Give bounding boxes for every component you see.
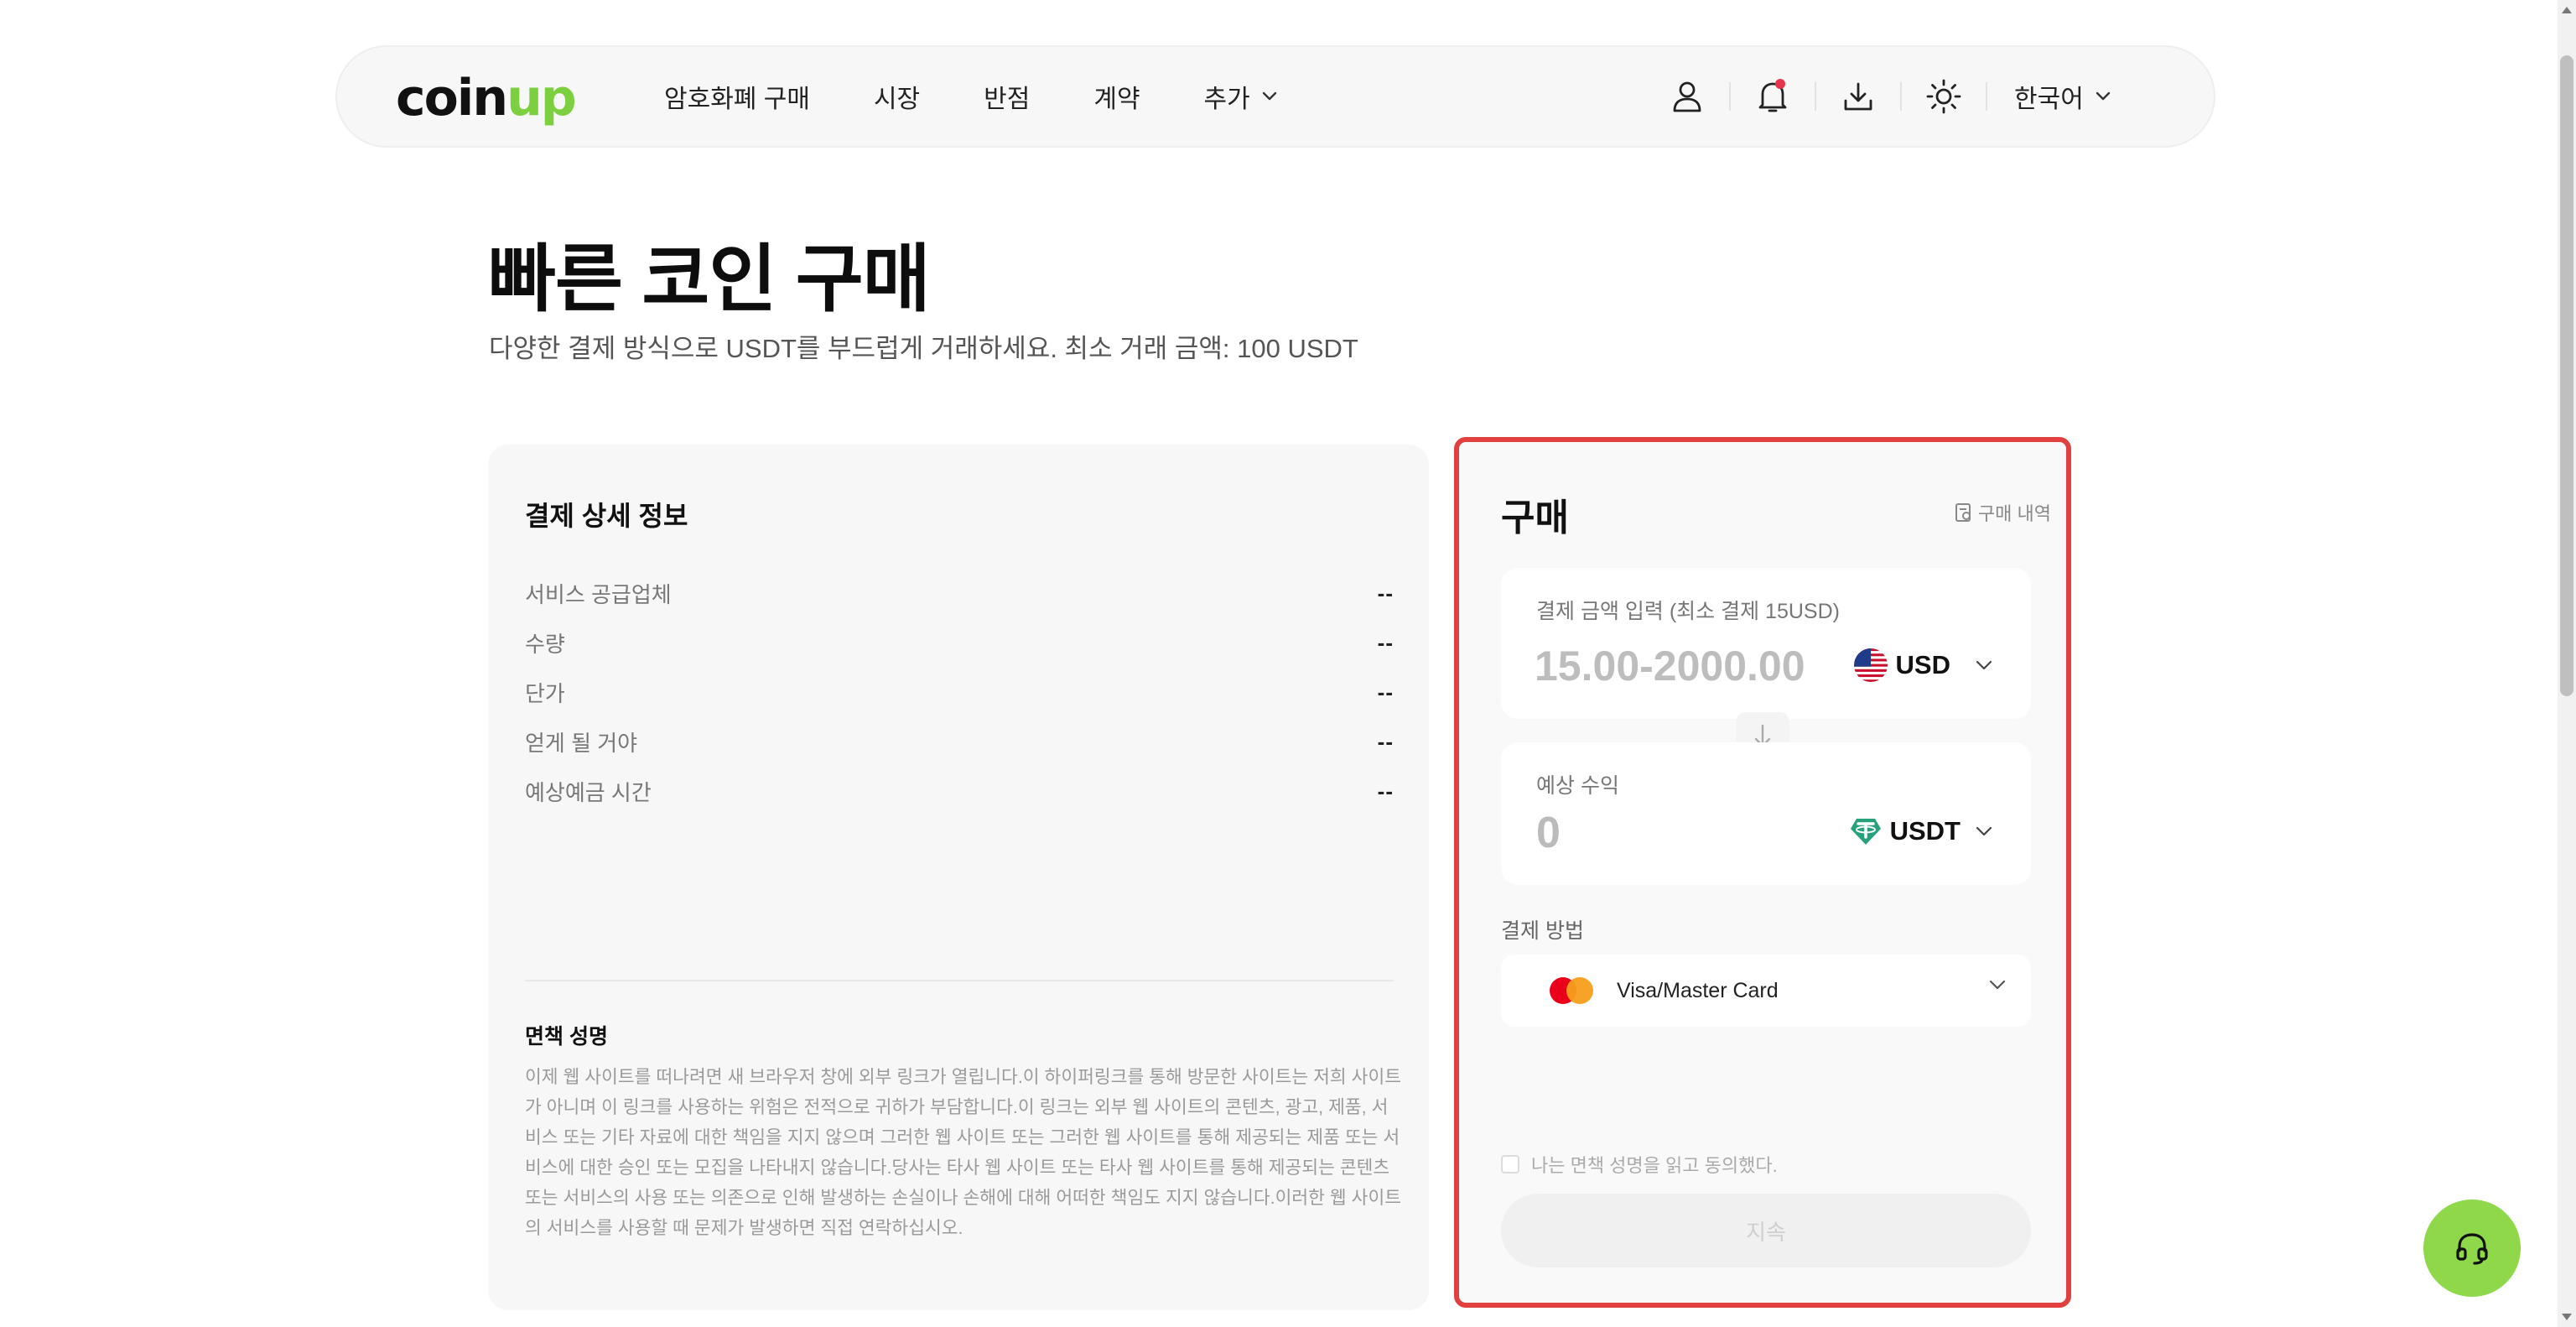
payment-details-title: 결제 상세 정보 — [525, 501, 688, 531]
scroll-down-arrow-icon[interactable] — [2562, 1314, 2572, 1320]
nav-more-label: 추가 — [1203, 86, 1250, 113]
language-selector[interactable]: 한국어 — [2014, 78, 2111, 115]
nav-separator — [1900, 82, 1902, 111]
purchase-history-label: 구매 내역 — [1977, 503, 2051, 524]
receive-label: 예상 수익 — [1536, 774, 1619, 798]
continue-button[interactable]: 지속 — [1501, 1194, 2031, 1267]
nav-more[interactable]: 추가 — [1204, 78, 1277, 115]
detail-value: -- — [1377, 729, 1394, 754]
detail-value: -- — [1377, 778, 1394, 804]
nav-market[interactable]: 시장 — [874, 78, 920, 115]
us-flag-icon — [1853, 648, 1888, 682]
detail-label: 예상예금 시간 — [525, 780, 652, 805]
agree-checkbox[interactable] — [1501, 1155, 1519, 1173]
detail-label: 단가 — [525, 681, 565, 706]
nav-spot-label: 반점 — [984, 86, 1031, 113]
support-chat-button[interactable] — [2423, 1200, 2521, 1297]
detail-label: 얻게 될 거야 — [525, 731, 638, 756]
payment-details-panel: 결제 상세 정보 서비스 공급업체 -- 수량 -- 단가 -- 얻게 될 거야… — [488, 445, 1429, 1310]
logo-text-up: up — [506, 69, 577, 127]
nav-contract[interactable]: 계약 — [1093, 78, 1140, 115]
chevron-down-icon — [2096, 91, 2111, 101]
receive-currency-select[interactable]: USDT — [1850, 816, 1992, 846]
history-icon — [1955, 503, 1971, 522]
purchase-history-link[interactable]: 구매 내역 — [1955, 499, 2051, 526]
detail-value: -- — [1377, 630, 1394, 655]
mastercard-icon — [1550, 977, 1593, 1004]
detail-value: -- — [1377, 679, 1394, 705]
nav-spot[interactable]: 반점 — [984, 78, 1030, 115]
nav-market-label: 시장 — [873, 86, 921, 113]
page-subtitle: 다양한 결제 방식으로 USDT를 부드럽게 거래하세요. 최소 거래 금액: … — [489, 334, 1358, 363]
scrollbar-thumb[interactable] — [2560, 55, 2573, 696]
tether-icon — [1850, 819, 1881, 845]
nav-separator — [1986, 82, 1987, 111]
payment-method-label: 결제 방법 — [1501, 919, 1584, 943]
main-nav: 암호화폐 구매 시장 반점 계약 추가 — [664, 47, 1341, 146]
payment-details-list: 서비스 공급업체 -- 수량 -- 단가 -- 얻게 될 거야 -- 예상예금 … — [525, 569, 1394, 816]
agree-text: 나는 면책 성명을 읽고 동의했다. — [1531, 1155, 1778, 1176]
buy-panel: 구매 구매 내역 결제 금액 입력 (최소 결제 15USD) USD — [1454, 437, 2071, 1308]
detail-value: -- — [1377, 580, 1394, 606]
disclaimer-title: 면책 성명 — [525, 1025, 608, 1049]
sun-icon[interactable] — [1919, 71, 1969, 122]
detail-row: 얻게 될 거야 -- — [525, 717, 1394, 767]
detail-row: 수량 -- — [525, 618, 1394, 668]
notification-dot — [1775, 79, 1785, 89]
chevron-down-icon — [1976, 826, 1992, 836]
scroll-up-arrow-icon[interactable] — [2562, 7, 2572, 13]
page-scrollbar[interactable] — [2558, 0, 2576, 1327]
headset-icon — [2456, 1233, 2488, 1265]
nav-separator — [1729, 82, 1731, 111]
chevron-down-icon — [1989, 980, 2006, 990]
logo-text-coin: coin — [396, 69, 508, 127]
chevron-down-icon — [1262, 91, 1276, 101]
nav-actions: 한국어 — [1662, 47, 2111, 146]
payment-method-select[interactable]: Visa/Master Card — [1501, 955, 2031, 1027]
bell-icon[interactable] — [1748, 71, 1798, 122]
coinup-logo[interactable]: coin up — [396, 67, 577, 129]
user-icon[interactable] — [1662, 71, 1712, 122]
pay-currency-code: USD — [1895, 650, 1950, 679]
nav-buy-crypto[interactable]: 암호화폐 구매 — [664, 78, 810, 115]
nav-contract-label: 계약 — [1093, 86, 1140, 113]
language-label: 한국어 — [2014, 86, 2084, 113]
pay-amount-box: 결제 금액 입력 (최소 결제 15USD) USD — [1501, 568, 2031, 719]
nav-separator — [1815, 82, 1816, 111]
pay-amount-input[interactable] — [1535, 640, 1836, 692]
pay-amount-label: 결제 금액 입력 (최소 결제 15USD) — [1536, 600, 1840, 623]
disclaimer-text: 이제 웹 사이트를 떠나려면 새 브라우저 창에 외부 링크가 열립니다.이 하… — [525, 1067, 1402, 1238]
agree-row: 나는 면책 성명을 읽고 동의했다. — [1501, 1151, 1778, 1178]
download-icon[interactable] — [1833, 71, 1883, 122]
buy-title: 구매 — [1501, 497, 1569, 539]
payment-method-value: Visa/Master Card — [1617, 978, 1779, 1002]
detail-row: 예상예금 시간 -- — [525, 767, 1394, 816]
top-navbar: coin up 암호화폐 구매 시장 반점 계약 추가 한국어 — [335, 45, 2215, 148]
page-title: 빠른 코인 구매 — [488, 237, 931, 320]
detail-row: 단가 -- — [525, 668, 1394, 717]
divider — [525, 980, 1394, 981]
detail-label: 서비스 공급업체 — [525, 582, 672, 607]
receive-value: 0 — [1536, 809, 1561, 857]
receive-currency-code: USDT — [1889, 816, 1961, 846]
detail-label: 수량 — [525, 632, 565, 657]
detail-row: 서비스 공급업체 -- — [525, 569, 1394, 618]
nav-buy-crypto-label: 암호화폐 구매 — [664, 86, 810, 113]
pay-currency-select[interactable]: USD — [1853, 648, 1992, 682]
receive-amount-box: 예상 수익 0 USDT — [1501, 742, 2031, 885]
chevron-down-icon — [1976, 660, 1992, 670]
